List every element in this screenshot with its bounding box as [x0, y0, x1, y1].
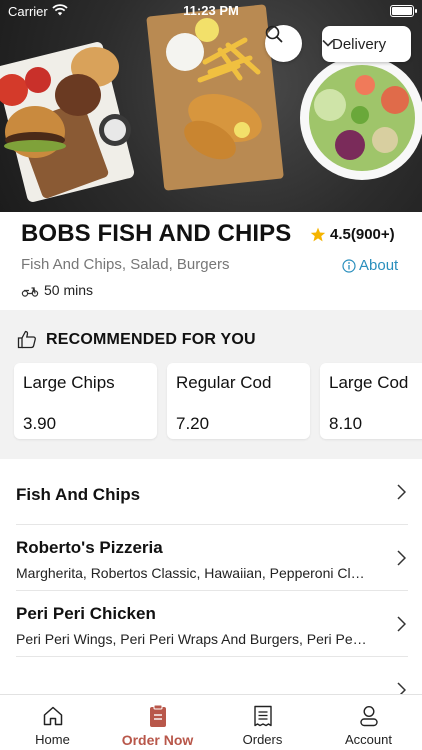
restaurant-info: BOBS FISH AND CHIPS 4.5(900+) Fish And C… — [0, 212, 422, 310]
recommended-item-name: Regular Cod — [176, 373, 272, 392]
category-row[interactable]: Peri Peri Chicken Peri Peri Wings, Peri … — [0, 591, 422, 657]
category-title: Roberto's Pizzeria — [16, 538, 163, 557]
about-link[interactable]: About — [342, 257, 398, 274]
category-title: Fish And Chips — [16, 485, 141, 504]
home-icon — [43, 706, 62, 726]
hero-banner: Carrier 11:23 PM Delivery — [0, 0, 422, 212]
category-subtitle: Peri Peri Wings, Peri Peri Wraps And Bur… — [16, 631, 368, 647]
bottom-tab-bar: Home Order Now Orders Account — [0, 694, 422, 750]
rating-value: 4.5(900+) — [330, 226, 395, 243]
tab-order-now-label: Order Now — [121, 732, 194, 748]
search-icon — [265, 25, 283, 43]
chevron-right-icon — [397, 616, 406, 632]
tab-home-label: Home — [35, 732, 70, 747]
category-row[interactable]: Fish And Chips — [0, 459, 422, 525]
scooter-icon — [21, 286, 39, 297]
status-time: 11:23 PM — [183, 3, 239, 18]
recommended-item-card[interactable]: Large Chips 3.90 — [14, 363, 157, 439]
chevron-down-icon — [322, 39, 334, 47]
tab-order-now[interactable]: Order Now — [105, 695, 210, 750]
search-button[interactable] — [265, 25, 302, 62]
restaurant-rating: 4.5(900+) — [310, 226, 395, 243]
chevron-right-icon — [397, 550, 406, 566]
restaurant-cuisines: Fish And Chips, Salad, Burgers — [21, 256, 230, 273]
eta-value: 50 mins — [44, 282, 94, 298]
recommended-item-price: 3.90 — [23, 414, 57, 433]
recommended-item-name: Large Chips — [23, 373, 115, 392]
thumbs-up-icon — [17, 330, 36, 349]
category-row[interactable]: Roberto's Pizzeria Margherita, Robertos … — [0, 525, 422, 591]
delivery-eta: 50 mins — [21, 282, 93, 298]
recommended-item-price: 7.20 — [176, 414, 210, 433]
tab-account[interactable]: Account — [316, 695, 421, 750]
recommended-title: RECOMMENDED FOR YOU — [46, 330, 256, 348]
battery-icon — [390, 5, 417, 17]
recommended-item-price: 8.10 — [329, 414, 363, 433]
tab-orders[interactable]: Orders — [210, 695, 315, 750]
recommended-section: RECOMMENDED FOR YOU Large Chips 3.90 Reg… — [0, 310, 422, 459]
recommended-item-card[interactable]: Regular Cod 7.20 — [167, 363, 310, 439]
tab-home[interactable]: Home — [0, 695, 105, 750]
delivery-mode-dropdown[interactable]: Delivery — [322, 26, 411, 62]
tab-account-label: Account — [345, 732, 392, 747]
restaurant-name: BOBS FISH AND CHIPS — [21, 220, 292, 247]
recommended-item-card[interactable]: Large Cod 8.10 — [320, 363, 422, 439]
status-bar: Carrier 11:23 PM — [0, 0, 422, 22]
star-icon — [310, 227, 326, 242]
order-now-icon — [149, 704, 166, 727]
menu-categories-list: Fish And Chips Roberto's Pizzeria Marghe… — [0, 459, 422, 694]
category-title: Peri Peri Chicken — [16, 604, 156, 623]
about-label: About — [359, 257, 399, 274]
recommended-item-name: Large Cod — [329, 373, 409, 392]
chevron-right-icon — [397, 484, 406, 500]
category-row[interactable] — [0, 657, 422, 694]
orders-receipt-icon — [253, 705, 272, 727]
category-subtitle: Margherita, Robertos Classic, Hawaiian, … — [16, 565, 368, 581]
delivery-mode-label: Delivery — [332, 35, 387, 53]
account-icon — [359, 705, 378, 727]
tab-orders-label: Orders — [242, 732, 283, 747]
info-icon — [342, 258, 356, 273]
recommended-header: RECOMMENDED FOR YOU — [17, 330, 256, 349]
chevron-right-icon — [397, 682, 406, 694]
